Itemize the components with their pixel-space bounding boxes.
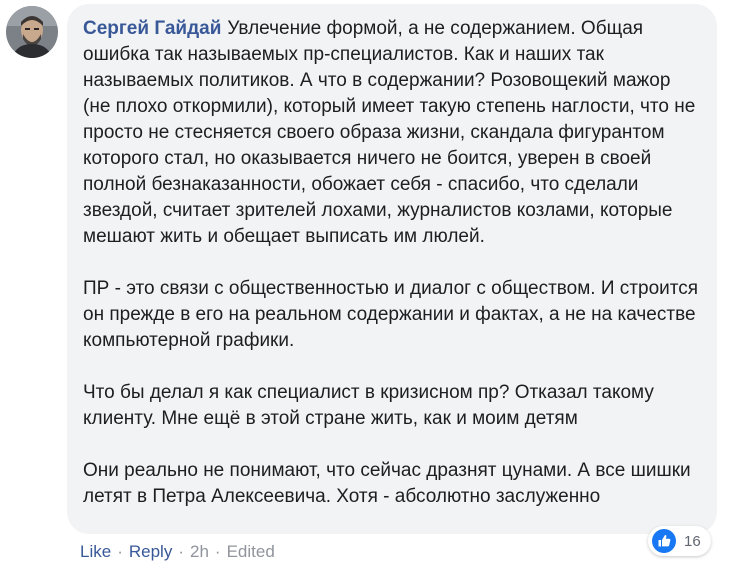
comment-paragraph-2: ПР - это связи с общественностью и диало… xyxy=(83,278,699,351)
edited-label[interactable]: Edited xyxy=(227,540,275,564)
separator: · xyxy=(117,542,123,561)
comment-author-link[interactable]: Сергей Гайдай xyxy=(83,18,221,39)
comment-paragraph-3: Что бы делал я как специалист в кризисно… xyxy=(83,382,654,429)
comment-text: Увлечение формой, а не содержанием. Обща… xyxy=(83,18,696,247)
comment: Сергей Гайдай Увлечение формой, а не соде… xyxy=(0,0,740,568)
reaction-count: 16 xyxy=(684,532,701,550)
comment-actions: Like · Reply · 2h · Edited xyxy=(80,540,275,564)
separator: · xyxy=(178,542,184,561)
like-link[interactable]: Like xyxy=(80,540,111,564)
separator: · xyxy=(214,542,221,561)
reply-link[interactable]: Reply xyxy=(129,540,172,564)
avatar-image xyxy=(6,6,58,58)
comment-first-paragraph: Сергей Гайдай Увлечение формой, а не соде… xyxy=(83,16,699,250)
comment-bubble: Сергей Гайдай Увлечение формой, а не соде… xyxy=(67,4,717,534)
avatar[interactable] xyxy=(6,6,58,58)
comment-paragraph-4: Они реально не понимают, что сейчас драз… xyxy=(83,460,691,507)
timestamp[interactable]: 2h xyxy=(190,540,209,564)
reaction-summary[interactable]: 16 xyxy=(648,526,711,556)
like-icon xyxy=(652,529,676,553)
